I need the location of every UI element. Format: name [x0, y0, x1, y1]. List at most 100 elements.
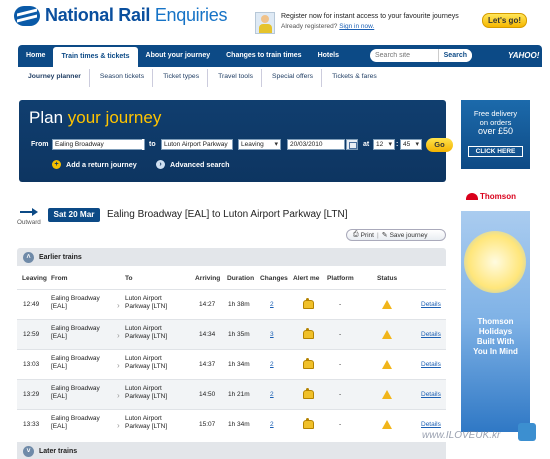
- outward-label: Outward: [17, 219, 41, 226]
- platform: -: [339, 391, 342, 398]
- to-station: Luton Airport Parkway [LTN]: [125, 355, 168, 370]
- from-station: Ealing Broadway [EAL]: [51, 325, 100, 340]
- outward-arrow-icon: [20, 208, 38, 216]
- changes-link[interactable]: 3: [270, 331, 274, 338]
- subnav-travel-tools[interactable]: Travel tools: [208, 69, 262, 87]
- search-button[interactable]: Search: [437, 49, 472, 62]
- to-station-input[interactable]: Luton Airport Parkway: [161, 139, 233, 150]
- subnav-journey-planner[interactable]: Journey planner: [18, 69, 90, 87]
- chevron-down-icon: ˅: [23, 445, 34, 457]
- tab-about-your-journey[interactable]: About your journey: [138, 45, 219, 67]
- watermark-logo-icon: [518, 423, 536, 441]
- status-warning-icon[interactable]: [382, 390, 392, 399]
- tab-changes-to-train-times[interactable]: Changes to train times: [218, 45, 309, 67]
- alert-me-bell-icon[interactable]: [302, 418, 314, 429]
- arriving-time: 14:37: [199, 361, 216, 368]
- details-link[interactable]: Details: [421, 331, 441, 338]
- double-arrow-logo-icon: [14, 5, 40, 26]
- later-trains-button[interactable]: ˅ Later trains: [17, 442, 446, 459]
- journey-route: Ealing Broadway [EAL] to Luton Airport P…: [107, 209, 348, 220]
- print-link[interactable]: Print: [361, 232, 374, 239]
- leaving-time: 13:29: [23, 391, 40, 398]
- alert-me-bell-icon[interactable]: [302, 328, 314, 339]
- alert-me-bell-icon[interactable]: [302, 388, 314, 399]
- earlier-trains-button[interactable]: ˄ Earlier trains: [17, 248, 446, 266]
- register-text: Register now for instant access to your …: [281, 13, 486, 30]
- sub-nav: Journey planner Season tickets Ticket ty…: [18, 69, 542, 87]
- details-link[interactable]: Details: [421, 421, 441, 428]
- journey-actions: ⎙ Print | ✎ Save journey: [346, 229, 446, 241]
- status-warning-icon[interactable]: [382, 330, 392, 339]
- person-icon: [255, 12, 275, 34]
- subnav-tickets-fares[interactable]: Tickets & fares: [322, 69, 385, 87]
- platform: -: [339, 331, 342, 338]
- leaving-time: 12:49: [23, 301, 40, 308]
- planner-title-plan: Plan: [29, 108, 64, 127]
- tab-home[interactable]: Home: [18, 45, 53, 67]
- search-input[interactable]: [370, 52, 440, 59]
- status-warning-icon[interactable]: [382, 360, 392, 369]
- hour-select[interactable]: 12: [373, 139, 395, 150]
- register-signin-line: Already registered? Sign in now.: [281, 23, 375, 30]
- header-from: From: [51, 275, 68, 282]
- chevron-right-icon: ›: [156, 160, 165, 169]
- tab-hotels[interactable]: Hotels: [310, 45, 347, 67]
- details-link[interactable]: Details: [421, 391, 441, 398]
- header-duration: Duration: [227, 275, 255, 282]
- table-row: 13:33 Ealing Broadway [EAL] Luton Airport Pa…: [17, 409, 446, 439]
- save-journey-link[interactable]: Save journey: [390, 232, 428, 239]
- header-to: To: [125, 275, 133, 282]
- alert-me-bell-icon[interactable]: [302, 358, 314, 369]
- from-station-input[interactable]: Ealing Broadway: [52, 139, 145, 150]
- subnav-season-tickets[interactable]: Season tickets: [90, 69, 154, 87]
- free-delivery-ad[interactable]: Free delivery on orders over £50 CLICK H…: [461, 100, 530, 169]
- thomson-logo-area: Thomson: [461, 181, 530, 211]
- header-status: Status: [377, 275, 398, 282]
- header-leaving: Leaving: [22, 275, 47, 282]
- details-link[interactable]: Details: [421, 361, 441, 368]
- subnav-special-offers[interactable]: Special offers: [262, 69, 323, 87]
- header-platform: Platform: [327, 275, 354, 282]
- yahoo-logo[interactable]: YAHOO!: [508, 51, 539, 60]
- advanced-search-link[interactable]: › Advanced search: [156, 160, 230, 169]
- planner-title: Plan your journey: [29, 108, 161, 128]
- signin-link[interactable]: Sign in now.: [339, 23, 374, 30]
- changes-link[interactable]: 2: [270, 361, 274, 368]
- tab-train-times-tickets[interactable]: Train times & tickets: [53, 47, 138, 67]
- table-row: 13:29 Ealing Broadway [EAL] Luton Airport Pa…: [17, 379, 446, 409]
- from-label: From: [31, 141, 49, 148]
- platform: -: [339, 301, 342, 308]
- calendar-icon[interactable]: [346, 139, 358, 150]
- thomson-ad[interactable]: Thomson Thomson Holidays Built With You …: [461, 181, 530, 432]
- arriving-time: 14:50: [199, 391, 216, 398]
- platform: -: [339, 421, 342, 428]
- ad-click-here-button[interactable]: CLICK HERE: [468, 146, 523, 157]
- arriving-time: 14:27: [199, 301, 216, 308]
- leaving-arriving-select[interactable]: Leaving: [238, 139, 281, 150]
- go-button[interactable]: Go: [426, 138, 453, 152]
- to-label: to: [149, 141, 156, 148]
- planner-title-journey: your journey: [67, 108, 162, 127]
- changes-link[interactable]: 2: [270, 301, 274, 308]
- header-changes: Changes: [260, 275, 288, 282]
- add-return-label: Add a return journey: [66, 160, 137, 169]
- status-warning-icon[interactable]: [382, 420, 392, 429]
- minute-select[interactable]: 45: [400, 139, 422, 150]
- to-station: Luton Airport Parkway [LTN]: [125, 415, 168, 430]
- changes-link[interactable]: 2: [270, 421, 274, 428]
- date-input[interactable]: 20/03/2010: [287, 139, 345, 150]
- save-icon: ✎: [381, 232, 388, 239]
- status-warning-icon[interactable]: [382, 300, 392, 309]
- national-rail-logo[interactable]: National Rail Enquiries: [14, 5, 227, 26]
- print-icon: ⎙: [353, 231, 359, 238]
- subnav-ticket-types[interactable]: Ticket types: [153, 69, 209, 87]
- header-arriving: Arriving: [195, 275, 221, 282]
- chevron-up-icon: ˄: [23, 251, 34, 263]
- later-trains-label: Later trains: [39, 447, 78, 455]
- details-link[interactable]: Details: [421, 301, 441, 308]
- add-return-journey-link[interactable]: + Add a return journey: [52, 160, 137, 169]
- changes-link[interactable]: 2: [270, 391, 274, 398]
- duration: 1h 35m: [228, 331, 250, 338]
- alert-me-bell-icon[interactable]: [302, 298, 314, 309]
- lets-go-button[interactable]: Let's go!: [482, 13, 527, 28]
